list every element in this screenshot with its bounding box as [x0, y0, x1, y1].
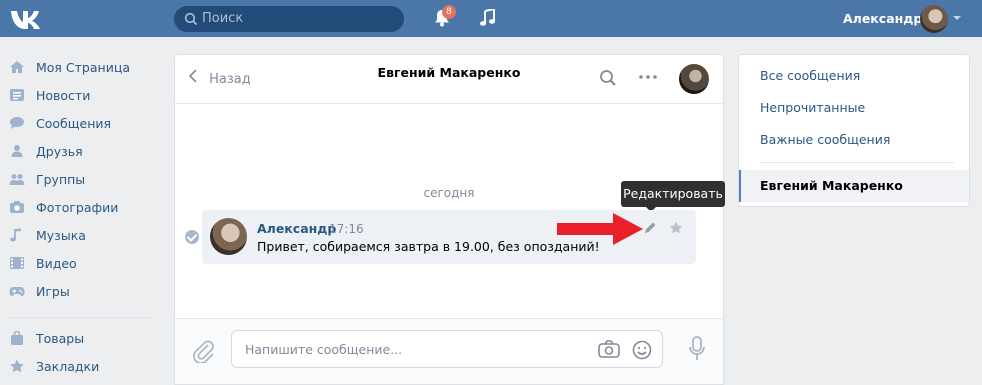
music-icon	[10, 228, 21, 242]
sidebar-item-label: Друзья	[36, 144, 83, 159]
filter-all-messages[interactable]: Все сообщения	[739, 60, 969, 92]
star-icon[interactable]	[669, 221, 683, 235]
notifications-badge: 8	[442, 5, 456, 19]
sidebar-item-games[interactable]: Игры	[0, 277, 160, 305]
sidebar-item-bookmarks[interactable]: Закладки	[0, 352, 160, 380]
sidebar-item-goods[interactable]: Товары	[0, 324, 160, 352]
more-icon[interactable]	[638, 68, 658, 86]
active-dialog-label: Евгений Макаренко	[760, 178, 903, 193]
sidebar-item-label: Группы	[36, 172, 86, 187]
sidebar-item-label: Моя Страница	[36, 60, 130, 75]
sidebar-item-groups[interactable]: Группы	[0, 165, 160, 193]
messages-icon	[10, 117, 24, 129]
camera-icon	[10, 201, 24, 213]
gamepad-icon	[9, 287, 25, 296]
pencil-icon[interactable]	[643, 221, 657, 235]
message-time: 17:16	[329, 222, 364, 236]
dialog-filter-panel: Все сообщения Непрочитанные Важные сообщ…	[738, 54, 970, 207]
sidebar-item-photos[interactable]: Фотографии	[0, 193, 160, 221]
sidebar-item-label: Игры	[36, 284, 70, 299]
sidebar-item-label: Закладки	[36, 359, 100, 374]
groups-icon	[9, 174, 25, 185]
message-text: Привет, собираемся завтра в 19.00, без о…	[257, 239, 600, 254]
edit-tooltip: Редактировать	[621, 181, 725, 212]
sidebar-item-my-page[interactable]: Моя Страница	[0, 53, 160, 81]
message-author[interactable]: Александр	[257, 221, 336, 236]
video-icon	[10, 257, 24, 269]
panel-divider	[760, 162, 954, 163]
filter-important[interactable]: Важные сообщения	[739, 124, 969, 156]
chat-header: Назад Евгений Макаренко	[175, 55, 723, 104]
top-bar: Поиск 8 Александр	[0, 0, 982, 37]
microphone-icon[interactable]	[688, 336, 706, 362]
sidebar-item-messages[interactable]: Сообщения	[0, 109, 160, 137]
star-icon	[10, 359, 24, 373]
search-icon	[184, 12, 198, 26]
sidebar-item-video[interactable]: Видео	[0, 249, 160, 277]
camera-icon[interactable]	[598, 340, 620, 358]
composer: Напишите сообщение...	[175, 318, 723, 384]
check-icon[interactable]	[185, 230, 199, 244]
paperclip-icon[interactable]	[193, 339, 215, 363]
avatar[interactable]	[920, 5, 948, 33]
sidebar-item-music[interactable]: Музыка	[0, 221, 160, 249]
header-username[interactable]: Александр	[843, 11, 922, 26]
message-input-placeholder: Напишите сообщение...	[245, 342, 403, 357]
music-icon[interactable]	[480, 9, 496, 27]
vk-logo-icon[interactable]	[9, 7, 43, 31]
chat-panel: Назад Евгений Макаренко сегодня Редактир…	[174, 54, 725, 385]
sidebar-item-label: Товары	[36, 331, 85, 346]
sidebar-item-label: Сообщения	[36, 116, 112, 131]
filter-label: Непрочитанные	[760, 100, 866, 115]
home-icon	[10, 61, 24, 73]
sidebar-item-news[interactable]: Новости	[0, 81, 160, 109]
chevron-down-icon[interactable]	[953, 16, 961, 20]
message-input[interactable]: Напишите сообщение...	[231, 330, 663, 368]
search-placeholder: Поиск	[202, 11, 244, 26]
active-dialog-item[interactable]: Евгений Макаренко	[739, 170, 969, 202]
search-icon[interactable]	[599, 69, 617, 87]
sidebar-item-label: Фотографии	[36, 200, 119, 215]
avatar[interactable]	[679, 64, 709, 94]
search-box[interactable]: Поиск	[174, 6, 404, 32]
news-icon	[10, 89, 24, 101]
sidebar-item-label: Видео	[36, 256, 77, 271]
friends-icon	[11, 145, 23, 157]
sidebar-item-label: Новости	[36, 88, 91, 103]
avatar[interactable]	[210, 218, 247, 255]
filter-label: Все сообщения	[760, 68, 861, 83]
bag-icon	[11, 331, 23, 345]
red-arrow-icon	[557, 213, 643, 245]
sidebar-item-label: Музыка	[36, 228, 86, 243]
filter-label: Важные сообщения	[760, 132, 891, 147]
sidebar-divider	[9, 317, 152, 318]
smile-icon[interactable]	[632, 340, 652, 360]
sidebar-item-friends[interactable]: Друзья	[0, 137, 160, 165]
filter-unread[interactable]: Непрочитанные	[739, 92, 969, 124]
